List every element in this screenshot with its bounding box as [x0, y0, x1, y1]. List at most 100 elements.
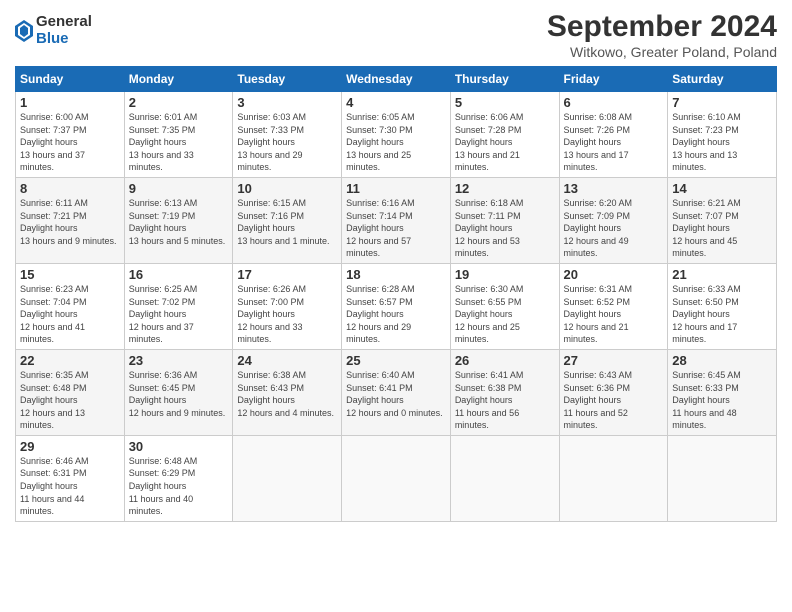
day-number: 3 — [237, 95, 337, 110]
table-row: 5 Sunrise: 6:06 AM Sunset: 7:28 PM Dayli… — [450, 92, 559, 178]
table-row: 29 Sunrise: 6:46 AM Sunset: 6:31 PM Dayl… — [16, 435, 125, 521]
table-row: 2 Sunrise: 6:01 AM Sunset: 7:35 PM Dayli… — [124, 92, 233, 178]
table-row: 15 Sunrise: 6:23 AM Sunset: 7:04 PM Dayl… — [16, 263, 125, 349]
day-number: 12 — [455, 181, 555, 196]
table-row — [668, 435, 777, 521]
col-wednesday: Wednesday — [342, 67, 451, 92]
day-info: Sunrise: 6:05 AM Sunset: 7:30 PM Dayligh… — [346, 111, 446, 174]
calendar-header-row: Sunday Monday Tuesday Wednesday Thursday… — [16, 67, 777, 92]
day-number: 26 — [455, 353, 555, 368]
day-info: Sunrise: 6:48 AM Sunset: 6:29 PM Dayligh… — [129, 455, 229, 518]
table-row: 19 Sunrise: 6:30 AM Sunset: 6:55 PM Dayl… — [450, 263, 559, 349]
table-row: 1 Sunrise: 6:00 AM Sunset: 7:37 PM Dayli… — [16, 92, 125, 178]
day-info: Sunrise: 6:28 AM Sunset: 6:57 PM Dayligh… — [346, 283, 446, 346]
table-row: 14 Sunrise: 6:21 AM Sunset: 7:07 PM Dayl… — [668, 177, 777, 263]
day-info: Sunrise: 6:31 AM Sunset: 6:52 PM Dayligh… — [564, 283, 664, 346]
table-row: 16 Sunrise: 6:25 AM Sunset: 7:02 PM Dayl… — [124, 263, 233, 349]
calendar: Sunday Monday Tuesday Wednesday Thursday… — [15, 66, 777, 522]
logo-icon — [15, 20, 33, 42]
table-row: 18 Sunrise: 6:28 AM Sunset: 6:57 PM Dayl… — [342, 263, 451, 349]
logo-general-text: General — [36, 14, 92, 31]
month-title: September 2024 — [547, 10, 777, 44]
day-info: Sunrise: 6:20 AM Sunset: 7:09 PM Dayligh… — [564, 197, 664, 260]
day-number: 17 — [237, 267, 337, 282]
table-row — [450, 435, 559, 521]
day-info: Sunrise: 6:25 AM Sunset: 7:02 PM Dayligh… — [129, 283, 229, 346]
day-number: 8 — [20, 181, 120, 196]
day-number: 4 — [346, 95, 446, 110]
logo-blue-text: Blue — [36, 31, 92, 48]
table-row: 7 Sunrise: 6:10 AM Sunset: 7:23 PM Dayli… — [668, 92, 777, 178]
day-number: 18 — [346, 267, 446, 282]
table-row: 12 Sunrise: 6:18 AM Sunset: 7:11 PM Dayl… — [450, 177, 559, 263]
day-number: 27 — [564, 353, 664, 368]
col-monday: Monday — [124, 67, 233, 92]
day-info: Sunrise: 6:10 AM Sunset: 7:23 PM Dayligh… — [672, 111, 772, 174]
table-row — [559, 435, 668, 521]
day-info: Sunrise: 6:30 AM Sunset: 6:55 PM Dayligh… — [455, 283, 555, 346]
day-number: 15 — [20, 267, 120, 282]
title-block: September 2024 Witkowo, Greater Poland, … — [547, 10, 777, 60]
day-info: Sunrise: 6:41 AM Sunset: 6:38 PM Dayligh… — [455, 369, 555, 432]
day-number: 9 — [129, 181, 229, 196]
table-row: 4 Sunrise: 6:05 AM Sunset: 7:30 PM Dayli… — [342, 92, 451, 178]
day-info: Sunrise: 6:18 AM Sunset: 7:11 PM Dayligh… — [455, 197, 555, 260]
table-row: 9 Sunrise: 6:13 AM Sunset: 7:19 PM Dayli… — [124, 177, 233, 263]
day-number: 23 — [129, 353, 229, 368]
table-row — [233, 435, 342, 521]
day-number: 29 — [20, 439, 120, 454]
day-number: 7 — [672, 95, 772, 110]
day-info: Sunrise: 6:11 AM Sunset: 7:21 PM Dayligh… — [20, 197, 120, 247]
day-info: Sunrise: 6:06 AM Sunset: 7:28 PM Dayligh… — [455, 111, 555, 174]
day-number: 13 — [564, 181, 664, 196]
day-number: 10 — [237, 181, 337, 196]
header: General Blue September 2024 Witkowo, Gre… — [15, 10, 777, 60]
logo-text: General Blue — [36, 14, 92, 47]
day-number: 6 — [564, 95, 664, 110]
day-number: 22 — [20, 353, 120, 368]
day-info: Sunrise: 6:33 AM Sunset: 6:50 PM Dayligh… — [672, 283, 772, 346]
day-number: 11 — [346, 181, 446, 196]
day-info: Sunrise: 6:03 AM Sunset: 7:33 PM Dayligh… — [237, 111, 337, 174]
day-info: Sunrise: 6:38 AM Sunset: 6:43 PM Dayligh… — [237, 369, 337, 419]
day-info: Sunrise: 6:23 AM Sunset: 7:04 PM Dayligh… — [20, 283, 120, 346]
day-number: 25 — [346, 353, 446, 368]
day-info: Sunrise: 6:13 AM Sunset: 7:19 PM Dayligh… — [129, 197, 229, 247]
table-row: 3 Sunrise: 6:03 AM Sunset: 7:33 PM Dayli… — [233, 92, 342, 178]
day-info: Sunrise: 6:16 AM Sunset: 7:14 PM Dayligh… — [346, 197, 446, 260]
table-row: 27 Sunrise: 6:43 AM Sunset: 6:36 PM Dayl… — [559, 349, 668, 435]
day-info: Sunrise: 6:21 AM Sunset: 7:07 PM Dayligh… — [672, 197, 772, 260]
day-number: 1 — [20, 95, 120, 110]
day-number: 2 — [129, 95, 229, 110]
day-info: Sunrise: 6:26 AM Sunset: 7:00 PM Dayligh… — [237, 283, 337, 346]
page-container: General Blue September 2024 Witkowo, Gre… — [0, 0, 792, 532]
table-row: 28 Sunrise: 6:45 AM Sunset: 6:33 PM Dayl… — [668, 349, 777, 435]
col-friday: Friday — [559, 67, 668, 92]
table-row: 13 Sunrise: 6:20 AM Sunset: 7:09 PM Dayl… — [559, 177, 668, 263]
table-row: 26 Sunrise: 6:41 AM Sunset: 6:38 PM Dayl… — [450, 349, 559, 435]
day-info: Sunrise: 6:08 AM Sunset: 7:26 PM Dayligh… — [564, 111, 664, 174]
day-number: 21 — [672, 267, 772, 282]
table-row: 6 Sunrise: 6:08 AM Sunset: 7:26 PM Dayli… — [559, 92, 668, 178]
table-row: 23 Sunrise: 6:36 AM Sunset: 6:45 PM Dayl… — [124, 349, 233, 435]
day-info: Sunrise: 6:46 AM Sunset: 6:31 PM Dayligh… — [20, 455, 120, 518]
day-info: Sunrise: 6:43 AM Sunset: 6:36 PM Dayligh… — [564, 369, 664, 432]
day-number: 19 — [455, 267, 555, 282]
day-number: 14 — [672, 181, 772, 196]
day-number: 28 — [672, 353, 772, 368]
day-info: Sunrise: 6:35 AM Sunset: 6:48 PM Dayligh… — [20, 369, 120, 432]
table-row: 30 Sunrise: 6:48 AM Sunset: 6:29 PM Dayl… — [124, 435, 233, 521]
day-info: Sunrise: 6:40 AM Sunset: 6:41 PM Dayligh… — [346, 369, 446, 419]
day-number: 20 — [564, 267, 664, 282]
day-info: Sunrise: 6:00 AM Sunset: 7:37 PM Dayligh… — [20, 111, 120, 174]
col-thursday: Thursday — [450, 67, 559, 92]
location: Witkowo, Greater Poland, Poland — [547, 44, 777, 60]
table-row: 21 Sunrise: 6:33 AM Sunset: 6:50 PM Dayl… — [668, 263, 777, 349]
day-info: Sunrise: 6:15 AM Sunset: 7:16 PM Dayligh… — [237, 197, 337, 247]
table-row: 20 Sunrise: 6:31 AM Sunset: 6:52 PM Dayl… — [559, 263, 668, 349]
table-row: 25 Sunrise: 6:40 AM Sunset: 6:41 PM Dayl… — [342, 349, 451, 435]
table-row: 24 Sunrise: 6:38 AM Sunset: 6:43 PM Dayl… — [233, 349, 342, 435]
day-info: Sunrise: 6:36 AM Sunset: 6:45 PM Dayligh… — [129, 369, 229, 419]
col-sunday: Sunday — [16, 67, 125, 92]
day-number: 5 — [455, 95, 555, 110]
